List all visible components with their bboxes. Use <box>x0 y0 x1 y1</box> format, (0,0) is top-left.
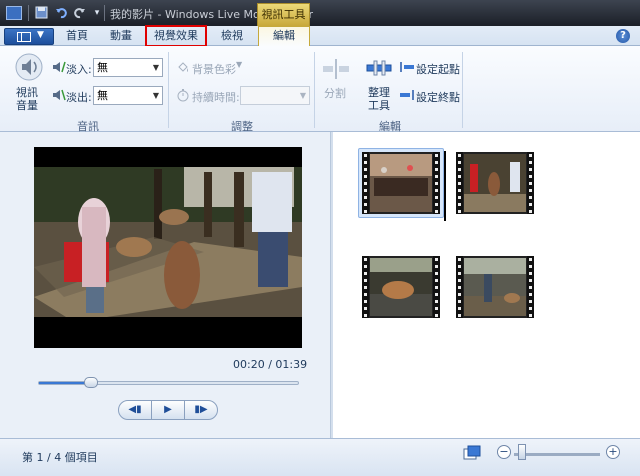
split-icon[interactable] <box>322 58 350 80</box>
next-frame-icon: ▮▶ <box>194 404 208 415</box>
split-button[interactable]: 分割 <box>324 85 346 101</box>
title-bar: ▾ 我的影片 - Windows Live Movie Maker 視訊工具 <box>0 0 640 26</box>
set-start-button[interactable]: 設定起點 <box>416 61 460 77</box>
play-icon: ▶ <box>164 404 172 415</box>
zoom-thumb[interactable] <box>518 444 526 460</box>
paint-bucket-icon <box>176 60 190 74</box>
storyboard-icon[interactable] <box>463 445 481 461</box>
film-strip <box>433 152 440 214</box>
zoom-slider[interactable] <box>514 453 600 456</box>
film-strip <box>527 152 534 214</box>
clip-thumbnail[interactable] <box>362 256 440 318</box>
fade-in-label: 淡入: <box>66 63 92 76</box>
save-icon[interactable] <box>34 6 48 20</box>
preview-pane: 00:20 / 01:39 ◀▮ ▶ ▮▶ <box>0 132 330 438</box>
help-icon[interactable]: ? <box>616 29 630 43</box>
fade-out-icon <box>52 88 66 102</box>
set-start-icon <box>399 61 415 73</box>
playback-controls: ◀▮ ▶ ▮▶ <box>118 400 218 420</box>
undo-icon[interactable] <box>54 6 68 20</box>
video-tools-context-label: 視訊工具 <box>257 3 310 26</box>
trim-icon[interactable] <box>366 58 392 78</box>
film-strip <box>362 256 369 318</box>
next-frame-button[interactable]: ▮▶ <box>184 400 218 420</box>
fade-in-icon <box>52 60 66 74</box>
background-color-button[interactable]: 背景色彩 <box>192 61 236 77</box>
workspace: 00:20 / 01:39 ◀▮ ▶ ▮▶ <box>0 132 640 438</box>
set-end-icon <box>399 89 415 101</box>
insertion-cursor <box>444 151 446 221</box>
chevron-down-icon: ▼ <box>299 91 306 100</box>
app-menu-icon <box>17 32 31 42</box>
clip-image <box>464 154 526 212</box>
fade-out-value: 無 <box>97 89 108 102</box>
clip-thumbnail[interactable] <box>456 152 534 214</box>
tab-edit[interactable]: 編輯 <box>258 26 310 47</box>
clip-image <box>370 258 432 316</box>
app-menu-button[interactable]: ▼ <box>4 28 54 45</box>
pane-splitter[interactable] <box>330 132 333 438</box>
group-divider <box>314 52 315 128</box>
toolbar-divider <box>104 5 105 21</box>
clip-thumbnail[interactable] <box>456 256 534 318</box>
fade-out-label: 淡出: <box>66 91 92 104</box>
fade-in-value: 無 <box>97 61 108 74</box>
clip-image <box>464 258 526 316</box>
seek-thumb[interactable] <box>84 377 98 388</box>
redo-icon[interactable] <box>72 6 86 20</box>
clip-thumbnail[interactable] <box>362 152 440 214</box>
speaker-icon[interactable] <box>14 52 44 82</box>
set-end-button[interactable]: 設定終點 <box>416 89 460 105</box>
film-strip <box>456 256 463 318</box>
film-strip <box>362 152 369 214</box>
chevron-down-icon: ▼ <box>152 63 159 72</box>
fade-out-select[interactable]: 無 ▼ <box>93 86 163 105</box>
quick-access-dropdown[interactable]: ▾ <box>90 6 104 20</box>
previous-frame-button[interactable]: ◀▮ <box>118 400 152 420</box>
time-display: 00:20 / 01:39 <box>233 358 308 371</box>
duration-label: 持續時間: <box>192 91 240 104</box>
tab-animations[interactable]: 動畫 <box>100 27 142 46</box>
video-preview[interactable] <box>34 147 302 348</box>
duration-select[interactable]: ▼ <box>240 86 310 105</box>
tab-view[interactable]: 檢視 <box>210 27 254 46</box>
app-icon <box>6 6 22 20</box>
status-bar: 第 1 / 4 個項目 − + <box>0 438 640 476</box>
play-button[interactable]: ▶ <box>151 400 185 420</box>
chevron-down-icon: ▼ <box>152 91 159 100</box>
stopwatch-icon <box>176 88 190 102</box>
chevron-down-icon: ▼ <box>236 60 243 69</box>
zoom-in-icon[interactable]: + <box>606 445 620 459</box>
zoom-out-icon[interactable]: − <box>497 445 511 459</box>
film-strip <box>527 256 534 318</box>
group-divider <box>462 52 463 128</box>
seek-bar[interactable] <box>38 381 299 385</box>
previous-frame-icon: ◀▮ <box>128 404 142 415</box>
film-strip <box>456 152 463 214</box>
film-strip <box>433 256 440 318</box>
item-count: 第 1 / 4 個項目 <box>22 451 98 464</box>
group-divider <box>168 52 169 128</box>
tab-home[interactable]: 首頁 <box>56 27 98 46</box>
trim-tool-label-2[interactable]: 工具 <box>368 97 390 113</box>
fade-in-select[interactable]: 無 ▼ <box>93 58 163 77</box>
clip-image <box>370 154 432 212</box>
highlight-box <box>145 25 207 47</box>
toolbar-divider <box>28 5 29 21</box>
video-volume-label-2[interactable]: 音量 <box>16 97 38 113</box>
chevron-down-icon: ▼ <box>37 30 44 40</box>
